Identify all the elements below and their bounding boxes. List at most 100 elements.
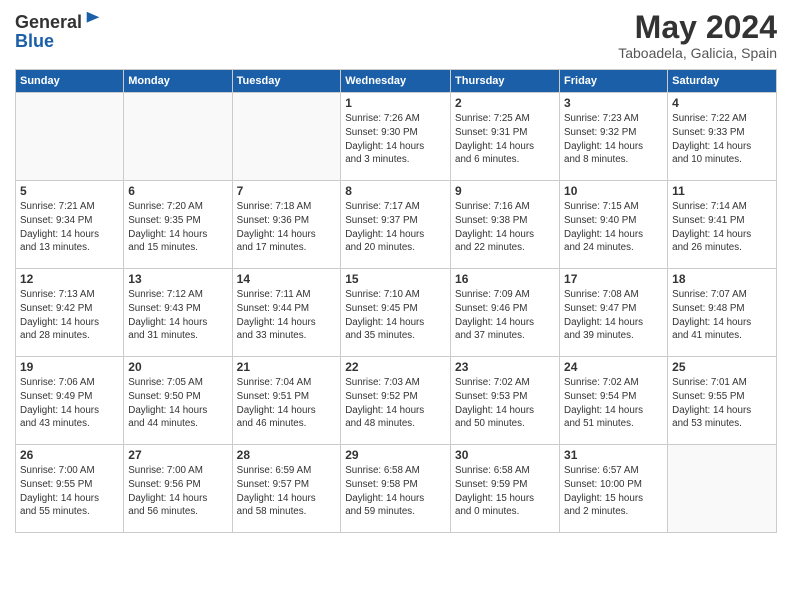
- calendar-cell: 16Sunrise: 7:09 AM Sunset: 9:46 PM Dayli…: [451, 269, 560, 357]
- day-info: Sunrise: 7:00 AM Sunset: 9:56 PM Dayligh…: [128, 464, 227, 519]
- day-number: 26: [20, 448, 119, 462]
- calendar-cell: 27 Sunrise: 7:00 AM Sunset: 9:56 PM Dayli…: [124, 445, 232, 533]
- calendar-cell: 24 Sunrise: 7:02 AM Sunset: 9:54 PM Dayli…: [560, 357, 668, 445]
- day-number: 24: [564, 360, 663, 374]
- calendar-cell: 7 Sunrise: 7:18 AM Sunset: 9:36 PM Daylig…: [232, 181, 341, 269]
- calendar-cell: 17 Sunrise: 7:08 AM Sunset: 9:47 PM Dayli…: [560, 269, 668, 357]
- day-info: Sunrise: 7:01 AM Sunset: 9:55 PM Dayligh…: [672, 376, 772, 431]
- logo: General Blue: [15, 10, 102, 52]
- day-number: 10: [564, 184, 663, 198]
- day-number: 4: [672, 96, 772, 110]
- day-info: Sunrise: 7:17 AM Sunset: 9:37 PM Dayligh…: [345, 200, 446, 255]
- day-info: Sunrise: 6:59 AM Sunset: 9:57 PM Dayligh…: [237, 464, 337, 519]
- calendar-week-4: 19 Sunrise: 7:06 AM Sunset: 9:49 PM Dayli…: [16, 357, 777, 445]
- day-number: 16: [455, 272, 555, 286]
- day-info: Sunrise: 7:26 AM Sunset: 9:30 PM Dayligh…: [345, 112, 446, 167]
- day-number: 12: [20, 272, 119, 286]
- month-title: May 2024: [618, 10, 777, 45]
- calendar-cell: 19 Sunrise: 7:06 AM Sunset: 9:49 PM Dayli…: [16, 357, 124, 445]
- day-info: Sunrise: 7:04 AM Sunset: 9:51 PM Dayligh…: [237, 376, 337, 431]
- calendar-cell: 21Sunrise: 7:04 AM Sunset: 9:51 PM Dayli…: [232, 357, 341, 445]
- day-info: Sunrise: 7:18 AM Sunset: 9:36 PM Dayligh…: [237, 200, 337, 255]
- calendar-header-tuesday: Tuesday: [232, 70, 341, 93]
- logo-text: General: [15, 10, 102, 33]
- day-info: Sunrise: 7:25 AM Sunset: 9:31 PM Dayligh…: [455, 112, 555, 167]
- day-number: 25: [672, 360, 772, 374]
- day-number: 23: [455, 360, 555, 374]
- day-info: Sunrise: 7:21 AM Sunset: 9:34 PM Dayligh…: [20, 200, 119, 255]
- day-number: 30: [455, 448, 555, 462]
- page: General Blue May 2024 Taboadela, Galicia…: [0, 0, 792, 612]
- calendar-week-3: 12 Sunrise: 7:13 AM Sunset: 9:42 PM Dayli…: [16, 269, 777, 357]
- calendar-cell: 20 Sunrise: 7:05 AM Sunset: 9:50 PM Dayli…: [124, 357, 232, 445]
- calendar-week-5: 26 Sunrise: 7:00 AM Sunset: 9:55 PM Dayli…: [16, 445, 777, 533]
- calendar-cell: 13Sunrise: 7:12 AM Sunset: 9:43 PM Dayli…: [124, 269, 232, 357]
- calendar-cell: 29 Sunrise: 6:58 AM Sunset: 9:58 PM Dayli…: [341, 445, 451, 533]
- day-info: Sunrise: 7:20 AM Sunset: 9:35 PM Dayligh…: [128, 200, 227, 255]
- day-number: 11: [672, 184, 772, 198]
- calendar-cell: 31 Sunrise: 6:57 AM Sunset: 10:00 PM Dayl…: [560, 445, 668, 533]
- calendar-cell: 6 Sunrise: 7:20 AM Sunset: 9:35 PM Daylig…: [124, 181, 232, 269]
- logo-flag-icon: [84, 10, 102, 28]
- calendar-cell: 9Sunrise: 7:16 AM Sunset: 9:38 PM Daylig…: [451, 181, 560, 269]
- day-number: 6: [128, 184, 227, 198]
- calendar-header-thursday: Thursday: [451, 70, 560, 93]
- calendar-cell: 2Sunrise: 7:25 AM Sunset: 9:31 PM Daylig…: [451, 93, 560, 181]
- calendar-header-wednesday: Wednesday: [341, 70, 451, 93]
- day-number: 20: [128, 360, 227, 374]
- calendar-header-friday: Friday: [560, 70, 668, 93]
- day-number: 19: [20, 360, 119, 374]
- day-number: 28: [237, 448, 337, 462]
- day-number: 17: [564, 272, 663, 286]
- logo-blue-text: Blue: [15, 31, 102, 52]
- calendar-cell: [124, 93, 232, 181]
- day-number: 27: [128, 448, 227, 462]
- calendar-cell: 8 Sunrise: 7:17 AM Sunset: 9:37 PM Daylig…: [341, 181, 451, 269]
- calendar-cell: 10 Sunrise: 7:15 AM Sunset: 9:40 PM Dayli…: [560, 181, 668, 269]
- location: Taboadela, Galicia, Spain: [618, 45, 777, 61]
- calendar-cell: 5 Sunrise: 7:21 AM Sunset: 9:34 PM Daylig…: [16, 181, 124, 269]
- calendar-cell: 30 Sunrise: 6:58 AM Sunset: 9:59 PM Dayli…: [451, 445, 560, 533]
- day-number: 7: [237, 184, 337, 198]
- calendar-week-1: 1 Sunrise: 7:26 AM Sunset: 9:30 PM Daylig…: [16, 93, 777, 181]
- calendar-cell: [16, 93, 124, 181]
- day-info: Sunrise: 7:11 AM Sunset: 9:44 PM Dayligh…: [237, 288, 337, 343]
- day-number: 8: [345, 184, 446, 198]
- day-info: Sunrise: 7:05 AM Sunset: 9:50 PM Dayligh…: [128, 376, 227, 431]
- day-info: Sunrise: 6:58 AM Sunset: 9:58 PM Dayligh…: [345, 464, 446, 519]
- title-block: May 2024 Taboadela, Galicia, Spain: [618, 10, 777, 61]
- day-info: Sunrise: 6:57 AM Sunset: 10:00 PM Daylig…: [564, 464, 663, 519]
- day-info: Sunrise: 7:13 AM Sunset: 9:42 PM Dayligh…: [20, 288, 119, 343]
- calendar-header-monday: Monday: [124, 70, 232, 93]
- calendar-header-row: SundayMondayTuesdayWednesdayThursdayFrid…: [16, 70, 777, 93]
- day-number: 18: [672, 272, 772, 286]
- day-info: Sunrise: 7:00 AM Sunset: 9:55 PM Dayligh…: [20, 464, 119, 519]
- day-info: Sunrise: 7:12 AM Sunset: 9:43 PM Dayligh…: [128, 288, 227, 343]
- day-info: Sunrise: 7:10 AM Sunset: 9:45 PM Dayligh…: [345, 288, 446, 343]
- day-number: 14: [237, 272, 337, 286]
- calendar-cell: [232, 93, 341, 181]
- day-number: 29: [345, 448, 446, 462]
- day-number: 1: [345, 96, 446, 110]
- day-info: Sunrise: 7:02 AM Sunset: 9:54 PM Dayligh…: [564, 376, 663, 431]
- calendar-cell: 23 Sunrise: 7:02 AM Sunset: 9:53 PM Dayli…: [451, 357, 560, 445]
- calendar-cell: 14 Sunrise: 7:11 AM Sunset: 9:44 PM Dayli…: [232, 269, 341, 357]
- day-number: 9: [455, 184, 555, 198]
- day-info: Sunrise: 7:08 AM Sunset: 9:47 PM Dayligh…: [564, 288, 663, 343]
- day-info: Sunrise: 7:02 AM Sunset: 9:53 PM Dayligh…: [455, 376, 555, 431]
- calendar-cell: 11 Sunrise: 7:14 AM Sunset: 9:41 PM Dayli…: [668, 181, 777, 269]
- day-info: Sunrise: 7:03 AM Sunset: 9:52 PM Dayligh…: [345, 376, 446, 431]
- day-number: 5: [20, 184, 119, 198]
- day-info: Sunrise: 6:58 AM Sunset: 9:59 PM Dayligh…: [455, 464, 555, 519]
- day-info: Sunrise: 7:15 AM Sunset: 9:40 PM Dayligh…: [564, 200, 663, 255]
- calendar-header-sunday: Sunday: [16, 70, 124, 93]
- logo-general: General: [15, 12, 82, 32]
- day-info: Sunrise: 7:22 AM Sunset: 9:33 PM Dayligh…: [672, 112, 772, 167]
- day-info: Sunrise: 7:14 AM Sunset: 9:41 PM Dayligh…: [672, 200, 772, 255]
- calendar-cell: 1 Sunrise: 7:26 AM Sunset: 9:30 PM Daylig…: [341, 93, 451, 181]
- calendar-cell: 15Sunrise: 7:10 AM Sunset: 9:45 PM Dayli…: [341, 269, 451, 357]
- day-number: 22: [345, 360, 446, 374]
- day-number: 31: [564, 448, 663, 462]
- calendar-cell: 25 Sunrise: 7:01 AM Sunset: 9:55 PM Dayli…: [668, 357, 777, 445]
- day-info: Sunrise: 7:06 AM Sunset: 9:49 PM Dayligh…: [20, 376, 119, 431]
